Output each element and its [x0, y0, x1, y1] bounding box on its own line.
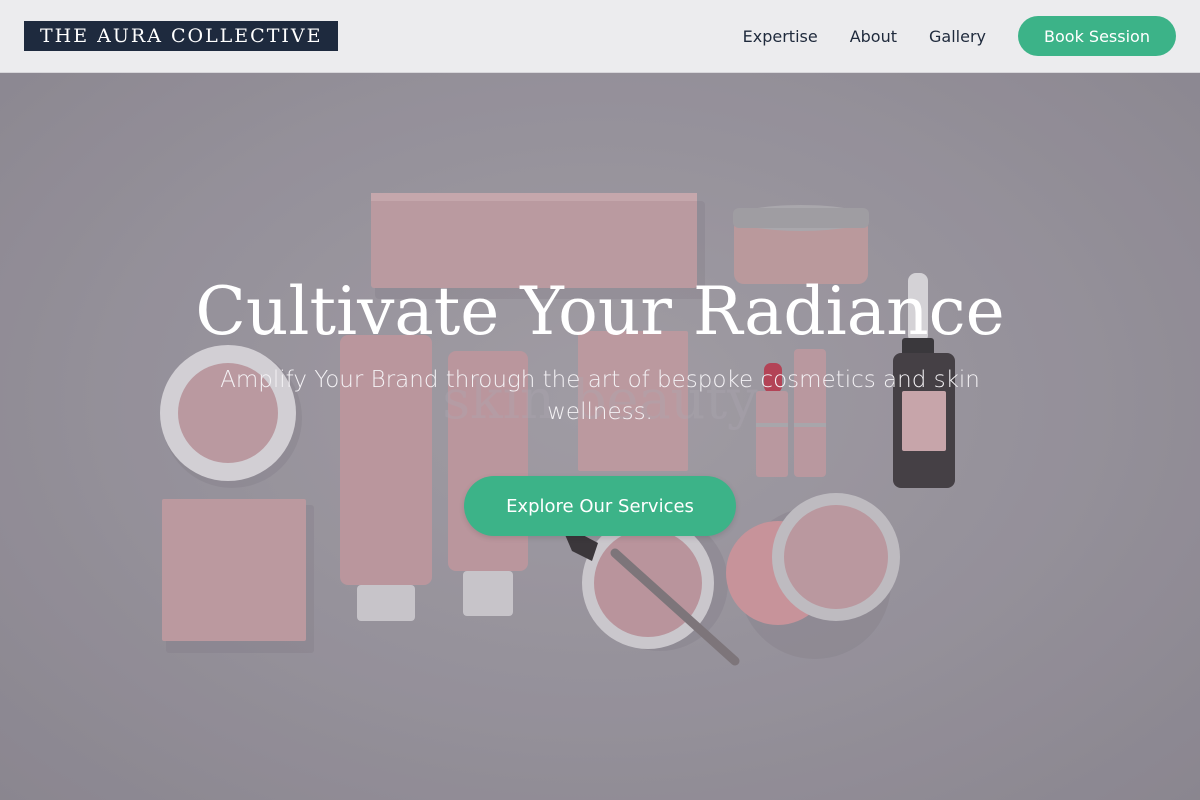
site-header: THE AURA COLLECTIVE Expertise About Gall…	[0, 0, 1200, 73]
hero-subtitle: Amplify Your Brand through the art of be…	[220, 367, 980, 425]
book-session-button[interactable]: Book Session	[1018, 16, 1176, 56]
nav-link-gallery[interactable]: Gallery	[929, 27, 986, 46]
hero-section: skin beauty Cultivate Your Radiance Ampl…	[0, 73, 1200, 800]
main-nav: Expertise About Gallery Book Session	[711, 16, 1176, 56]
brand-logo[interactable]: THE AURA COLLECTIVE	[24, 21, 339, 51]
nav-link-expertise[interactable]: Expertise	[743, 27, 818, 46]
nav-link-about[interactable]: About	[850, 27, 897, 46]
explore-services-button[interactable]: Explore Our Services	[464, 476, 736, 536]
hero-title: Cultivate Your Radiance	[195, 273, 1005, 350]
hero-content: Cultivate Your Radiance Amplify Your Bra…	[0, 73, 1200, 800]
